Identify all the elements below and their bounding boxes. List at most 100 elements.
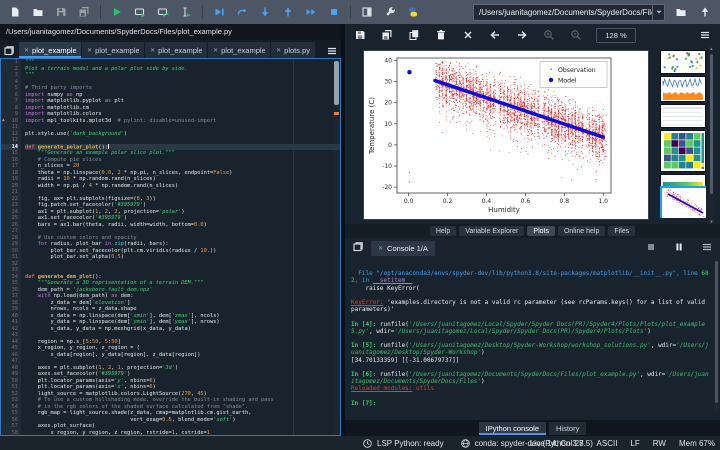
console-tab[interactable]: ✕ Console 1/A — [371, 241, 435, 256]
step-into-icon[interactable] — [258, 5, 272, 19]
chevron-down-icon[interactable] — [652, 4, 664, 20]
svg-text:0: 0 — [388, 142, 392, 149]
svg-text:0.4: 0.4 — [482, 198, 492, 205]
pane-tab-files[interactable]: Files — [608, 226, 636, 236]
previous-plot-icon[interactable] — [488, 28, 502, 42]
code-lines[interactable]: """ Plot a terrain model and a polar plot… — [21, 59, 340, 435]
close-tab-icon[interactable]: ✕ — [150, 47, 155, 54]
close-tab-icon[interactable]: ✕ — [87, 47, 92, 54]
browse-tabs-icon[interactable] — [2, 44, 16, 58]
stop-console-icon[interactable] — [644, 240, 658, 254]
close-icon[interactable]: ✕ — [378, 245, 383, 252]
run-cell-advance-icon[interactable] — [156, 5, 170, 19]
scatter-chart: 0.0 0.2 0.4 0.6 0.8 1.0 -20 -10 0 10 20 30 40 Humidit… — [364, 51, 648, 219]
save-all-plots-icon[interactable] — [380, 28, 394, 42]
plot-zoom-level: 128 % — [596, 27, 636, 43]
browse-working-directory-icon[interactable] — [674, 5, 688, 19]
svg-text:Model: Model — [558, 78, 577, 85]
browse-tabs-icon[interactable] — [351, 240, 365, 254]
open-file-icon[interactable] — [31, 5, 45, 19]
status-item: ASCII — [596, 438, 618, 448]
interrupt-kernel-icon[interactable] — [672, 240, 686, 254]
continue-execution-icon[interactable] — [304, 5, 318, 19]
editor-tab[interactable]: ✕plot_example3.py — [145, 42, 208, 58]
tab-label: plot_example.py — [32, 45, 77, 55]
tab-label: plot_example3.py — [158, 45, 203, 55]
tab-label: plot_example5.py — [221, 45, 266, 55]
close-all-plots-icon[interactable] — [461, 28, 475, 42]
scroll-up-icon[interactable]: ▲ — [709, 46, 714, 51]
pane-tab-plots[interactable]: Plots — [527, 226, 555, 236]
status-lsp-status[interactable]: LSP Python: ready — [362, 438, 444, 449]
step-return-icon[interactable] — [281, 5, 295, 19]
pane-tab-variable-explorer[interactable]: Variable Explorer — [459, 226, 525, 236]
console-tab-label: Console 1/A — [387, 244, 428, 253]
tab-history[interactable]: History — [549, 421, 587, 435]
next-plot-icon[interactable] — [515, 28, 529, 42]
tab-ipython-console[interactable]: IPython console — [478, 421, 547, 435]
thumbnail-heatmap[interactable] — [660, 130, 706, 172]
plots-pane: 0.0 0.2 0.4 0.6 0.8 1.0 -20 -10 0 10 20 30 40 Humidit… — [345, 46, 720, 224]
thumbnail-waveforms[interactable] — [660, 76, 706, 102]
thumbnails-scrollbar[interactable]: ▲ ▼ — [709, 46, 714, 224]
run-cell-icon[interactable] — [133, 5, 147, 19]
working-directory-combobox[interactable]: /Users/juanitagomez/Documents/SpyderDocs… — [473, 3, 665, 21]
svg-text:40: 40 — [384, 58, 392, 65]
svg-text:0.0: 0.0 — [404, 198, 414, 205]
editor-gutter: 1 2 3 4 5 6 7 8 9 ▲ 10 11 12 13 14 15 16 17 18 19 20 21 22 23 24… — [1, 59, 21, 436]
parent-directory-icon[interactable] — [698, 5, 712, 19]
editor-options-icon[interactable] — [325, 44, 339, 58]
thumbnail-cluster-scatter[interactable] — [660, 50, 706, 74]
stop-debug-icon[interactable] — [327, 5, 341, 19]
plots-options-icon[interactable] — [698, 28, 712, 42]
run-selection-icon[interactable] — [179, 5, 193, 19]
save-plot-icon[interactable] — [353, 28, 367, 42]
svg-text:30: 30 — [384, 79, 392, 86]
editor-tab[interactable]: ✕plot_example5.py — [208, 42, 271, 58]
python-env-icon[interactable] — [406, 5, 420, 19]
console-line: raise KeyError( — [351, 284, 420, 292]
toolbar-separator — [350, 5, 351, 19]
pane-tab-help[interactable]: Help — [429, 226, 457, 236]
thumbnail-regression[interactable] — [660, 186, 706, 218]
editor-tab[interactable]: ✕plot_example2.py — [82, 42, 145, 58]
debug-file-icon[interactable] — [212, 5, 226, 19]
scrollbar-thumb[interactable] — [710, 54, 713, 194]
run-file-icon[interactable] — [110, 5, 124, 19]
console-line: [34.70133359] [[-31.00679737]] — [351, 356, 460, 364]
console-scrollbar[interactable] — [714, 258, 719, 413]
close-tab-icon[interactable]: ✕ — [213, 47, 218, 54]
tab-label: plot_example2.py — [95, 45, 140, 55]
step-over-icon[interactable] — [235, 5, 249, 19]
thumbnail-table[interactable] — [660, 104, 706, 128]
pane-tabbar: Help Variable Explorer Plots Online help Fil… — [345, 224, 720, 238]
thumbnail-colorbar[interactable] — [660, 174, 706, 188]
pane-tab-online-help[interactable]: Online help — [557, 226, 606, 236]
code-editor[interactable]: 1 2 3 4 5 6 7 8 9 ▲ 10 11 12 13 14 15 16 17 18 19 20 21 22 23 24… — [0, 58, 341, 436]
zoom-out-icon — [569, 28, 583, 42]
plot-thumbnail-list: ▲ ▼ — [658, 46, 714, 224]
close-tab-icon[interactable]: ✕ — [276, 47, 281, 54]
editor-tab[interactable]: ✕ plots.py — [271, 42, 316, 58]
copy-plot-icon[interactable] — [407, 28, 421, 42]
console-line: In [7]: — [351, 399, 377, 407]
main-toolbar: /Users/juanitagomez/Documents/SpyderDocs… — [0, 0, 720, 24]
status-item: Mem 67% — [678, 438, 715, 448]
status-item: Line 14, Col 27 — [529, 438, 584, 448]
console-pane: ✕ Console 1/A File "/opt/anaconda3/envs/… — [345, 238, 720, 420]
current-plot-figure: 0.0 0.2 0.4 0.6 0.8 1.0 -20 -10 0 10 20 30 40 Humidit… — [363, 50, 649, 220]
new-file-icon[interactable] — [8, 5, 22, 19]
console-options-icon[interactable] — [700, 240, 714, 254]
console-output[interactable]: File "/opt/anaconda3/envs/spyder-dev/lib… — [345, 256, 720, 420]
preferences-icon[interactable] — [383, 5, 397, 19]
code-line: x_region, y_region, z_region, rstride=1,… — [25, 429, 211, 436]
editor-tab[interactable]: ✕plot_example.py — [19, 42, 82, 58]
close-tab-icon[interactable]: ✕ — [24, 47, 29, 54]
remove-plot-icon[interactable] — [434, 28, 448, 42]
svg-text:10: 10 — [384, 121, 392, 128]
console-line: KeyError: 'examples.directory is not a v… — [351, 298, 709, 314]
maximize-pane-icon[interactable] — [360, 5, 374, 19]
